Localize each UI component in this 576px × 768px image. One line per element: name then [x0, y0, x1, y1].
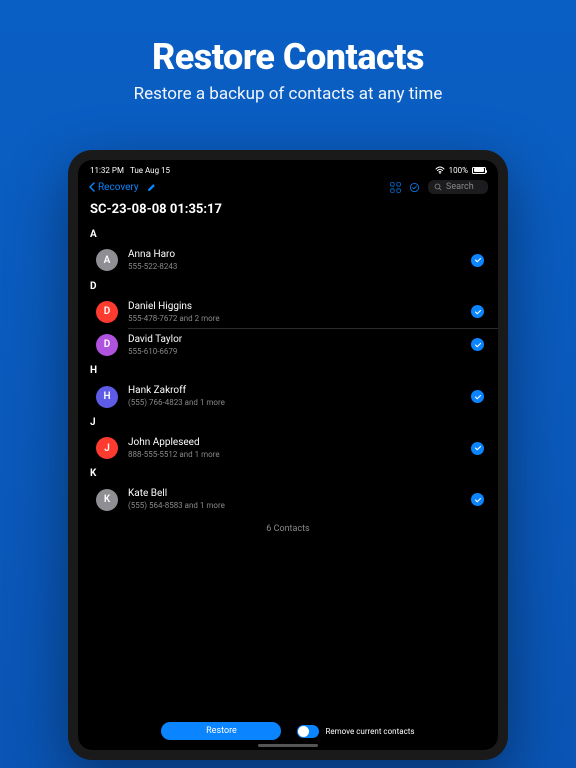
contact-row[interactable]: A Anna Haro 555-522-8243	[78, 244, 498, 277]
status-bar: 11:32 PM Tue Aug 15 100%	[78, 160, 498, 176]
checkmark-icon[interactable]	[471, 442, 484, 455]
tablet-frame: 11:32 PM Tue Aug 15 100% Recovery	[68, 150, 508, 760]
hero-subtitle: Restore a backup of contacts at any time	[0, 84, 576, 104]
contact-name: Daniel Higgins	[128, 301, 461, 313]
hero-title: Restore Contacts	[0, 36, 576, 78]
contacts-list[interactable]: A A Anna Haro 555-522-8243 D D Daniel Hi…	[78, 225, 498, 714]
hero-banner: Restore Contacts Restore a backup of con…	[0, 0, 576, 104]
search-input[interactable]: Search	[428, 180, 488, 194]
checkmark-icon[interactable]	[471, 390, 484, 403]
nav-bar: Recovery Search	[78, 176, 498, 198]
remove-toggle-group: Remove current contacts	[297, 725, 414, 738]
contact-detail: (555) 766-4823 and 1 more	[128, 398, 461, 408]
contacts-count: 6 Contacts	[78, 516, 498, 542]
checkmark-icon[interactable]	[471, 493, 484, 506]
contact-name: John Appleseed	[128, 437, 461, 449]
battery-percent: 100%	[449, 166, 468, 175]
edit-icon[interactable]	[147, 183, 156, 192]
checkmark-icon[interactable]	[471, 305, 484, 318]
grid-icon[interactable]	[390, 182, 401, 193]
contact-detail: 555-478-7672 and 2 more	[128, 314, 461, 324]
home-indicator	[258, 744, 318, 747]
search-placeholder: Search	[446, 182, 474, 192]
contact-detail: 888-555-5512 and 1 more	[128, 450, 461, 460]
contact-row[interactable]: D David Taylor 555-610-6679	[78, 329, 498, 362]
avatar: D	[96, 301, 118, 323]
avatar: J	[96, 437, 118, 459]
contact-row[interactable]: K Kate Bell (555) 564-8583 and 1 more	[78, 483, 498, 516]
section-header: H	[78, 361, 498, 380]
avatar: H	[96, 386, 118, 408]
contact-detail: (555) 564-8583 and 1 more	[128, 501, 461, 511]
contact-name: Kate Bell	[128, 488, 461, 500]
checkmark-icon[interactable]	[471, 254, 484, 267]
chevron-left-icon	[88, 182, 96, 192]
contact-name: Anna Haro	[128, 249, 461, 261]
contact-name: David Taylor	[128, 334, 461, 346]
avatar: D	[96, 334, 118, 356]
section-header: D	[78, 277, 498, 296]
wifi-icon	[435, 166, 445, 174]
restore-button[interactable]: Restore	[161, 722, 281, 740]
status-time: 11:32 PM	[90, 166, 124, 175]
section-header: A	[78, 225, 498, 244]
checkmark-icon[interactable]	[471, 338, 484, 351]
remove-toggle[interactable]	[297, 725, 319, 738]
contact-detail: 555-610-6679	[128, 347, 461, 357]
contact-row[interactable]: D Daniel Higgins 555-478-7672 and 2 more	[78, 296, 498, 329]
section-header: J	[78, 413, 498, 432]
battery-icon	[472, 167, 486, 174]
section-header: K	[78, 464, 498, 483]
avatar: A	[96, 249, 118, 271]
contact-row[interactable]: H Hank Zakroff (555) 766-4823 and 1 more	[78, 380, 498, 413]
status-date: Tue Aug 15	[130, 166, 170, 175]
search-icon	[434, 183, 442, 191]
avatar: K	[96, 489, 118, 511]
contact-name: Hank Zakroff	[128, 385, 461, 397]
remove-toggle-label: Remove current contacts	[325, 727, 414, 736]
page-title: SC-23-08-08 01:35:17	[78, 198, 498, 225]
checkmark-circle-icon[interactable]	[409, 182, 420, 193]
back-button[interactable]: Recovery	[88, 182, 156, 193]
screen: 11:32 PM Tue Aug 15 100% Recovery	[78, 160, 498, 750]
contact-row[interactable]: J John Appleseed 888-555-5512 and 1 more	[78, 432, 498, 465]
contact-detail: 555-522-8243	[128, 262, 461, 272]
back-label: Recovery	[98, 182, 139, 193]
